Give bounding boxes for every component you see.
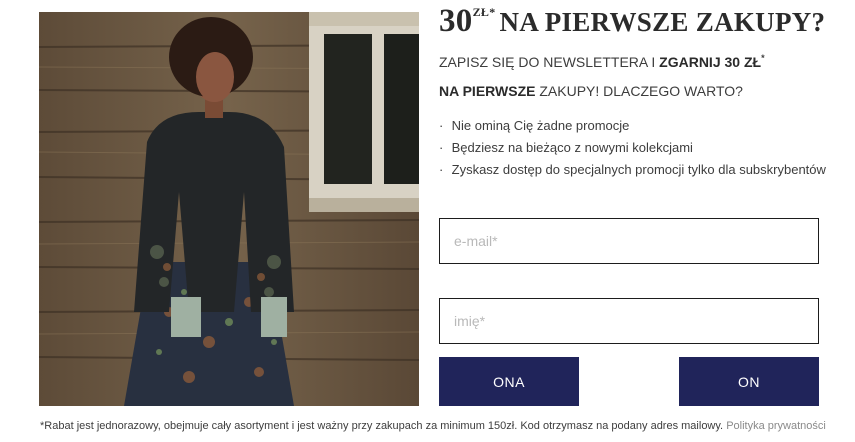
lead-text-2: ZAKUPY! DLACZEGO WARTO? (535, 83, 743, 99)
headline-currency: ZŁ* (472, 5, 496, 19)
model-photo-illustration (39, 12, 419, 406)
benefit-text: Nie ominą Cię żadne promocje (451, 118, 630, 133)
name-field[interactable] (439, 298, 819, 344)
ona-button[interactable]: ONA (439, 357, 579, 406)
lead-bold-first: NA PIERWSZE (439, 83, 536, 99)
headline-amount: 30 (439, 3, 473, 39)
disclaimer-text: *Rabat jest jednorazowy, obejmuje cały a… (40, 420, 727, 432)
lead-bold-discount: ZGARNIJ 30 ZŁ (659, 54, 762, 70)
privacy-policy-link[interactable]: Polityka prywatności (726, 420, 826, 432)
hero-image (39, 12, 419, 406)
bullet-icon: · (439, 162, 444, 177)
benefit-item: · Nie ominą Cię żadne promocje (439, 115, 839, 137)
on-button[interactable]: ON (679, 357, 819, 406)
email-field[interactable] (439, 218, 819, 264)
disclaimer: *Rabat jest jednorazowy, obejmuje cały a… (40, 420, 855, 432)
bullet-icon: · (439, 140, 444, 155)
lead-text-1: ZAPISZ SIĘ DO NEWSLETTERA I (439, 54, 660, 70)
headline-text: NA PIERWSZE ZAKUPY? (499, 7, 826, 37)
newsletter-lead: ZAPISZ SIĘ DO NEWSLETTERA I ZGARNIJ 30 Z… (439, 49, 839, 105)
benefit-item: · Będziesz na bieżąco z nowymi kolekcjam… (439, 137, 839, 159)
benefits-list: · Nie ominą Cię żadne promocje · Będzies… (439, 115, 839, 181)
benefit-text: Zyskasz dostęp do specjalnych promocji t… (451, 162, 826, 177)
benefit-item: · Zyskasz dostęp do specjalnych promocji… (439, 159, 839, 181)
bullet-icon: · (439, 118, 444, 133)
benefit-text: Będziesz na bieżąco z nowymi kolekcjami (451, 140, 693, 155)
lead-asterisk: * (761, 53, 765, 63)
headline: 30ZŁ* NA PIERWSZE ZAKUPY? (439, 3, 825, 40)
